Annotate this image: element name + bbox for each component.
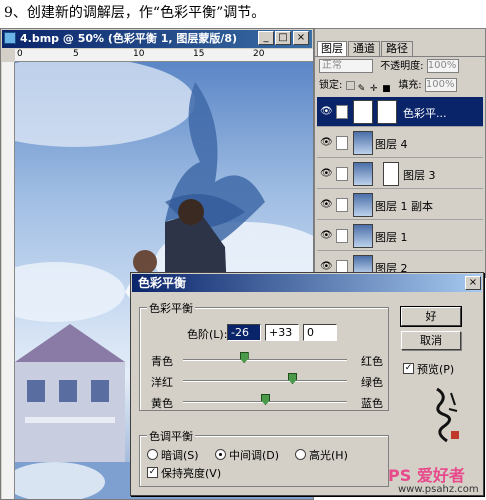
layer-name: 图层 4 xyxy=(375,138,408,151)
adjustment-icon xyxy=(336,105,348,119)
slider-left-label: 洋红 xyxy=(151,376,173,389)
lock-label: 锁定: xyxy=(319,80,343,91)
layer-mask-thumbnail[interactable] xyxy=(383,162,399,186)
layer-name: 图层 1 xyxy=(375,231,408,244)
slider-right-label: 红色 xyxy=(361,355,383,368)
lock-brush-icon[interactable]: ✎ xyxy=(358,81,367,94)
layer-mask-thumbnail-2[interactable] xyxy=(377,100,397,124)
close-button[interactable]: × xyxy=(293,31,309,45)
radio-shadows[interactable] xyxy=(147,449,158,460)
top-ruler: 0 5 10 15 20 xyxy=(15,49,313,62)
preview-checkbox[interactable]: ✓ xyxy=(403,363,414,374)
radio-shadows-label[interactable]: 暗调(S) xyxy=(161,447,199,463)
fill-field[interactable]: 100% xyxy=(424,78,457,92)
level-field-yellow-blue[interactable]: 0 xyxy=(303,324,337,341)
layer-name: 图层 1 副本 xyxy=(375,200,433,213)
color-balance-legend: 色彩平衡 xyxy=(147,300,195,316)
dialog-title: 色彩平衡 xyxy=(138,276,187,290)
layer-thumbnail xyxy=(353,131,373,155)
link-box[interactable] xyxy=(336,229,348,243)
layer-name: 图层 3 xyxy=(403,169,436,182)
cancel-button[interactable]: 取消 xyxy=(401,331,461,350)
layer-row[interactable]: 👁 图层 3 xyxy=(317,159,483,189)
layer-thumbnail xyxy=(353,224,373,248)
blend-row: 正常 不透明度: 100% xyxy=(319,59,483,75)
lock-row: 锁定: ✎ ✛ ■ 填充: 100% xyxy=(319,78,483,94)
watermark-brand: PS 爱好者 xyxy=(388,466,465,485)
opacity-field[interactable]: 100% xyxy=(426,59,459,73)
eye-icon[interactable]: 👁 xyxy=(320,169,333,179)
level-field-cyan-red[interactable]: -26 xyxy=(227,324,261,341)
ruler-label: 5 xyxy=(73,49,79,59)
document-app-icon xyxy=(4,32,16,44)
ruler-label: 10 xyxy=(133,49,145,59)
preserve-luminosity-checkbox[interactable]: ✓ xyxy=(147,467,158,478)
tone-balance-legend: 色调平衡 xyxy=(147,428,195,444)
fill-label: 填充: xyxy=(398,80,422,91)
level-field-magenta-green[interactable]: +33 xyxy=(265,324,299,341)
calligraphy-signature-image xyxy=(436,387,459,443)
radio-midtones-label[interactable]: 中间调(D) xyxy=(229,447,279,463)
layer-row[interactable]: 👁 图层 1 xyxy=(317,221,483,251)
slider-left-label: 青色 xyxy=(151,355,173,368)
opacity-label: 不透明度: xyxy=(380,61,424,72)
slider-track-magenta-green[interactable] xyxy=(183,380,347,382)
link-box[interactable] xyxy=(336,136,348,150)
document-title: 4.bmp @ 50% (色彩平衡 1, 图层蒙版/8) xyxy=(20,32,238,45)
tab-channels[interactable]: 通道 xyxy=(348,41,380,56)
eye-icon[interactable]: 👁 xyxy=(320,231,333,241)
link-box[interactable] xyxy=(336,198,348,212)
layer-row[interactable]: 👁 图层 1 副本 xyxy=(317,190,483,220)
levels-label: 色阶(L): xyxy=(187,328,228,341)
radio-midtones[interactable] xyxy=(215,449,226,460)
preserve-luminosity-label[interactable]: 保持亮度(V) xyxy=(161,465,221,481)
maximize-button[interactable]: □ xyxy=(275,31,291,45)
eye-icon[interactable]: 👁 xyxy=(320,107,333,117)
tutorial-caption: 9、创建新的调解层，作“色彩平衡”调节。 xyxy=(4,5,266,21)
dialog-title-bar[interactable]: 色彩平衡 xyxy=(132,274,482,292)
ruler-label: 20 xyxy=(253,49,265,59)
lock-transparency-icon[interactable] xyxy=(345,80,355,90)
panel-divider xyxy=(315,56,485,57)
layers-panel: 图层 通道 路径 正常 不透明度: 100% 锁定: ✎ ✛ ■ 填充: 100… xyxy=(314,28,486,278)
eye-icon[interactable]: 👁 xyxy=(320,138,333,148)
ruler-label: 0 xyxy=(17,49,23,59)
lock-move-icon[interactable]: ✛ xyxy=(370,81,379,94)
layer-row[interactable]: 👁 图层 4 xyxy=(317,128,483,158)
ruler-label: 15 xyxy=(193,49,205,59)
radio-highlights[interactable] xyxy=(295,449,306,460)
slider-left-label: 黄色 xyxy=(151,397,173,410)
layer-thumbnail xyxy=(353,193,373,217)
radio-highlights-label[interactable]: 高光(H) xyxy=(309,447,348,463)
lock-all-icon[interactable]: ■ xyxy=(382,81,391,94)
eye-icon[interactable]: 👁 xyxy=(320,200,333,210)
eye-icon[interactable]: 👁 xyxy=(320,262,333,272)
layer-thumbnail xyxy=(353,162,373,186)
layer-row-color-balance[interactable]: 👁 色彩平... xyxy=(317,97,483,127)
slider-right-label: 蓝色 xyxy=(361,397,383,410)
minimize-button[interactable]: _ xyxy=(258,31,274,45)
left-ruler xyxy=(2,62,15,499)
dialog-close-button[interactable]: × xyxy=(465,276,481,290)
watermark-url: www.psahz.com xyxy=(398,484,479,495)
link-box[interactable] xyxy=(336,167,348,181)
layer-name: 色彩平... xyxy=(403,107,447,120)
ok-button[interactable]: 好 xyxy=(400,306,462,327)
preview-label[interactable]: 预览(P) xyxy=(417,361,454,377)
blend-mode-select[interactable]: 正常 xyxy=(319,59,373,73)
slider-track-cyan-red[interactable] xyxy=(183,359,347,361)
tab-layers[interactable]: 图层 xyxy=(317,41,347,56)
slider-right-label: 绿色 xyxy=(361,376,383,389)
layer-mask-thumbnail[interactable] xyxy=(353,100,373,124)
tab-paths[interactable]: 路径 xyxy=(381,41,413,56)
